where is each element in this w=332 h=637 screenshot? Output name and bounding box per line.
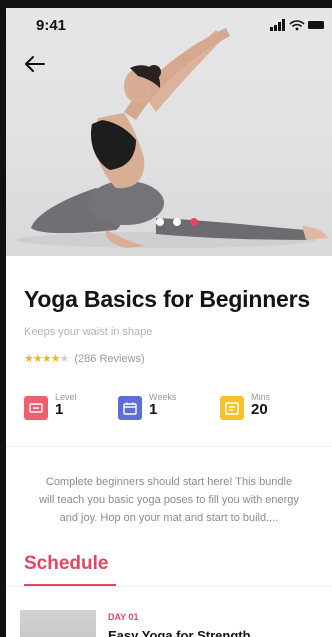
tab-schedule[interactable]: Schedule bbox=[24, 553, 108, 575]
status-icons bbox=[270, 18, 326, 36]
wifi-icon bbox=[289, 20, 305, 31]
description-line: will teach you basic yoga poses to fill … bbox=[39, 494, 299, 506]
timer-icon bbox=[220, 396, 244, 420]
star-icon: ★ bbox=[41, 353, 52, 365]
carousel-dot[interactable] bbox=[156, 218, 164, 226]
level-icon bbox=[24, 396, 48, 420]
description-line: Complete beginners should start here! Th… bbox=[45, 476, 293, 488]
reviews-count: (286 Reviews) bbox=[74, 352, 145, 365]
app-screen: 9:41 Yoga Basics for Beginners Keeps you… bbox=[6, 8, 332, 637]
carousel-dot[interactable] bbox=[173, 218, 181, 226]
divider bbox=[6, 446, 332, 447]
star-icon: ★ bbox=[24, 353, 34, 365]
carousel-dots bbox=[156, 218, 198, 226]
stat-level: Level 1 bbox=[24, 392, 77, 420]
schedule-thumbnail bbox=[20, 610, 96, 637]
battery-icon bbox=[308, 21, 324, 29]
schedule-item[interactable]: DAY 01 Easy Yoga for Strength bbox=[20, 610, 332, 637]
carousel-dot-active[interactable] bbox=[190, 218, 198, 226]
star-empty-icon: ★ bbox=[59, 353, 70, 365]
star-rating: ★★★★★ bbox=[24, 352, 70, 365]
stat-value: 1 bbox=[149, 401, 158, 418]
calendar-icon bbox=[118, 396, 142, 420]
stat-mins: Mins 20 bbox=[220, 392, 270, 420]
tab-divider bbox=[6, 586, 332, 587]
course-title: Yoga Basics for Beginners bbox=[24, 286, 310, 312]
star-icon: ★ bbox=[32, 353, 43, 365]
stat-weeks: Weeks 1 bbox=[118, 392, 176, 420]
status-time: 9:41 bbox=[36, 17, 67, 34]
schedule-day: DAY 01 bbox=[108, 612, 139, 622]
course-description: Complete beginners should start here! Th… bbox=[6, 473, 332, 527]
stat-value: 20 bbox=[251, 401, 268, 418]
schedule-title: Easy Yoga for Strength bbox=[108, 628, 251, 637]
hero-image[interactable]: 9:41 bbox=[6, 8, 332, 256]
stat-value: 1 bbox=[55, 401, 64, 418]
description-line: and joy. Hop on your mat and start to bu… bbox=[59, 512, 279, 524]
rating-row: ★★★★★ (286 Reviews) bbox=[24, 352, 145, 366]
arrow-left-icon bbox=[25, 56, 45, 72]
back-button[interactable] bbox=[24, 54, 50, 76]
signal-icon bbox=[270, 19, 285, 31]
course-subtitle: Keeps your waist in shape bbox=[24, 326, 153, 338]
star-icon: ★ bbox=[50, 353, 61, 365]
